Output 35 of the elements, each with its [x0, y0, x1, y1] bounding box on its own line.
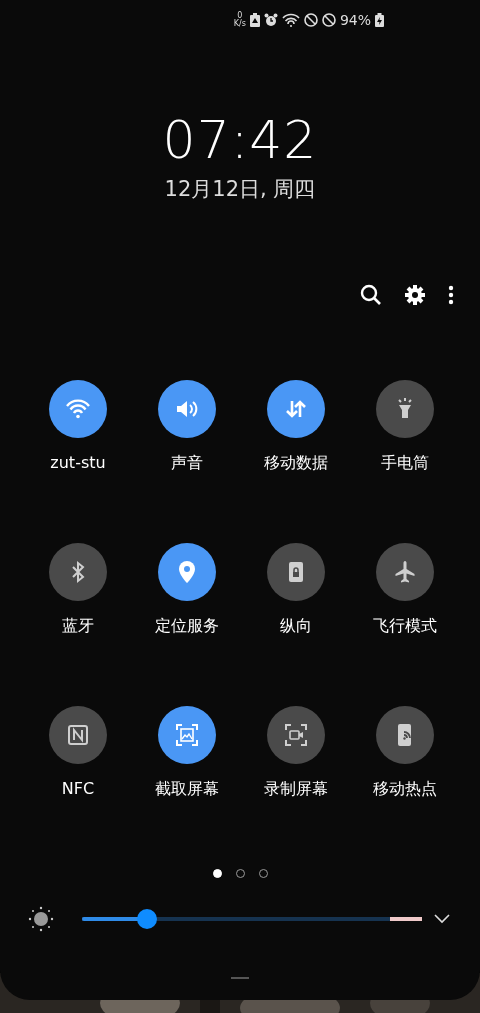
- date-text: 12月12日, 周四: [164, 176, 316, 203]
- tile-label: 移动热点: [373, 777, 437, 800]
- battery-percentage: 94%: [339, 10, 371, 30]
- net-speed-unit: K/s: [233, 20, 246, 28]
- alarm-icon: [263, 13, 278, 27]
- battery-saver-icon: [249, 13, 260, 27]
- more-options-icon[interactable]: [448, 284, 454, 305]
- brightness-icon: [28, 905, 54, 932]
- tile-label: NFC: [61, 777, 95, 800]
- toggle-button[interactable]: [267, 379, 325, 438]
- toggle-button[interactable]: [49, 379, 107, 438]
- tile-label: 飞行模式: [373, 614, 437, 637]
- chevron-down-icon[interactable]: [434, 913, 450, 924]
- blocked-icon: [303, 13, 318, 27]
- search-icon[interactable]: [360, 283, 382, 306]
- blocked-icon: [321, 13, 336, 27]
- drag-handle[interactable]: [231, 976, 249, 979]
- tile-label: 纵向: [280, 614, 312, 637]
- tile-label: 蓝牙: [62, 614, 94, 637]
- tile-label: zut-stu: [50, 451, 106, 474]
- net-speed-value: 0: [237, 12, 243, 20]
- tile-label: 移动数据: [264, 451, 328, 474]
- tile-label: 截取屏幕: [155, 777, 219, 800]
- tile-label: 声音: [171, 451, 203, 474]
- toggle-button[interactable]: [158, 542, 216, 601]
- toggle-button[interactable]: [158, 705, 216, 764]
- tile-label: 定位服务: [155, 614, 219, 637]
- battery-charging-icon: [375, 13, 384, 27]
- tile-label: 手电筒: [381, 451, 429, 474]
- settings-icon[interactable]: [404, 283, 426, 306]
- clock-time: 07:42: [162, 114, 318, 166]
- wifi-icon: [281, 13, 300, 27]
- slider-thumb[interactable]: [136, 908, 157, 929]
- tile-label: 录制屏幕: [264, 777, 328, 800]
- toggle-button[interactable]: [158, 379, 216, 438]
